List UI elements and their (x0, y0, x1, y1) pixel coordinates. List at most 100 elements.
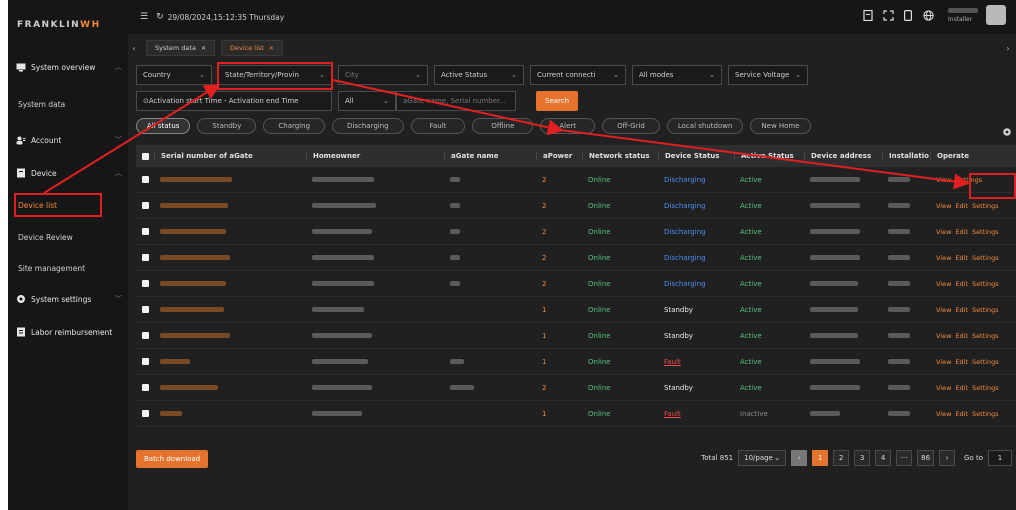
goto-page-input[interactable]: 1 (988, 450, 1012, 466)
page-4[interactable]: 4 (875, 450, 892, 466)
op-settings-link[interactable]: Settings (972, 228, 999, 236)
page-ellipsis[interactable]: ··· (896, 450, 913, 466)
user-info[interactable]: Installer (948, 7, 978, 23)
page-2[interactable]: 2 (833, 450, 850, 466)
row-checkbox[interactable] (142, 202, 149, 209)
avatar[interactable] (986, 5, 1006, 25)
op-edit-link[interactable]: Edit (955, 202, 968, 210)
row-checkbox[interactable] (142, 358, 149, 365)
table-row[interactable]: 2 Online Discharging Active View Edit Settings (136, 271, 1016, 297)
batch-download-button[interactable]: Batch download (136, 450, 209, 468)
row-checkbox[interactable] (142, 228, 149, 235)
op-view-link[interactable]: View (936, 410, 951, 418)
row-checkbox[interactable] (142, 332, 149, 339)
chip-local-shutdown[interactable]: Local shutdown (666, 118, 744, 134)
row-checkbox[interactable] (142, 306, 149, 313)
op-edit-link[interactable]: Edit (955, 280, 968, 288)
op-settings-link[interactable]: Settings (972, 410, 999, 418)
prev-page-button[interactable]: ‹ (791, 450, 808, 466)
sidebar-item-device[interactable]: Device ︿ (8, 168, 128, 178)
op-settings-link[interactable]: Settings (972, 384, 999, 392)
op-settings-link[interactable]: Settings (972, 306, 999, 314)
apower-count[interactable]: 1 (536, 358, 582, 366)
op-edit-link[interactable]: Edit (955, 306, 968, 314)
date-range-picker[interactable]: ⊙Activation start Time - Activation end … (136, 91, 332, 111)
select-all-checkbox[interactable] (142, 152, 149, 160)
apower-count[interactable]: 2 (536, 176, 582, 184)
page-size-select[interactable]: 10/page ⌄ (738, 450, 787, 466)
sidebar-item-system-overview[interactable]: System overview ︿ (8, 62, 128, 72)
page-86[interactable]: 86 (917, 450, 935, 466)
chip-offline[interactable]: Offline (472, 118, 534, 134)
row-checkbox[interactable] (142, 176, 149, 183)
op-view-link[interactable]: View (936, 306, 951, 314)
apower-count[interactable]: 2 (536, 202, 582, 210)
row-checkbox[interactable] (142, 280, 149, 287)
row-checkbox[interactable] (142, 254, 149, 261)
chip-charging[interactable]: Charging (263, 118, 326, 134)
country-select[interactable]: Country ⌄ (136, 65, 212, 85)
op-view-link[interactable]: View (936, 384, 951, 392)
op-edit-link[interactable]: Edit (955, 254, 968, 262)
sidebar-item-system-settings[interactable]: System settings ﹀ (8, 294, 128, 304)
chip-off-grid[interactable]: Off-Grid (602, 118, 660, 134)
op-view-link[interactable]: View (936, 280, 951, 288)
apower-count[interactable]: 1 (536, 306, 582, 314)
tab-scroll-left-icon[interactable]: ‹ (128, 44, 140, 53)
document-icon[interactable] (862, 9, 874, 21)
op-settings-link[interactable]: Settings (972, 332, 999, 340)
table-row[interactable]: 2 Online Discharging Active View Edit Settings (136, 245, 1016, 271)
op-view-link[interactable]: View (936, 176, 951, 184)
apower-count[interactable]: 2 (536, 384, 582, 392)
globe-icon[interactable] (922, 9, 934, 21)
modes-select[interactable]: All modes ⌄ (632, 65, 722, 85)
sidebar-item-device-review[interactable]: Device Review (8, 233, 128, 242)
apower-count[interactable]: 2 (536, 280, 582, 288)
apower-count[interactable]: 1 (536, 410, 582, 418)
chip-new-home[interactable]: New Home (750, 118, 811, 134)
tab-device-list[interactable]: Device list ✕ (220, 40, 283, 56)
apower-count[interactable]: 2 (536, 254, 582, 262)
op-view-link[interactable]: View (936, 228, 951, 236)
sidebar-item-system-data[interactable]: System data (8, 100, 128, 109)
search-button[interactable]: Search (536, 91, 579, 111)
chip-discharging[interactable]: Discharging (332, 118, 404, 134)
row-checkbox[interactable] (142, 384, 149, 391)
table-row[interactable]: 1 Online Fault Inactive View Edit Settings (136, 401, 1016, 427)
next-page-button[interactable]: › (939, 450, 956, 466)
page-3[interactable]: 3 (854, 450, 871, 466)
op-view-link[interactable]: View (936, 202, 951, 210)
chip-alert[interactable]: Alert (540, 118, 596, 134)
sidebar-item-site-management[interactable]: Site management (8, 264, 128, 273)
tab-scroll-right-icon[interactable]: › (1002, 44, 1014, 53)
current-connection-select[interactable]: Current connecti ⌄ (530, 65, 626, 85)
op-edit-link[interactable]: Edit (955, 384, 968, 392)
op-view-link[interactable]: View (936, 254, 951, 262)
op-settings-link[interactable]: Settings (972, 280, 999, 288)
apower-count[interactable]: 1 (536, 332, 582, 340)
service-voltage-select[interactable]: Service Voltage ⌄ (728, 65, 808, 85)
tab-system-data[interactable]: System data ✕ (146, 40, 215, 56)
op-settings-link[interactable]: Settings (972, 358, 999, 366)
chip-all-status[interactable]: All status (136, 118, 191, 134)
op-edit-link[interactable]: Edit (955, 228, 968, 236)
op-settings-link[interactable]: Settings (972, 202, 999, 210)
mobile-icon[interactable] (902, 9, 914, 21)
op-view-link[interactable]: View (936, 332, 951, 340)
table-row[interactable]: 2 Online Standby Active View Edit Settings (136, 375, 1016, 401)
table-settings-icon[interactable] (1002, 122, 1012, 141)
table-row[interactable]: 2 Online Discharging Active View Edit Settings (136, 219, 1016, 245)
op-edit-link[interactable]: Edit (955, 332, 968, 340)
fullscreen-icon[interactable] (882, 9, 894, 21)
search-input[interactable]: aGate name, Serial number... (396, 91, 516, 111)
chip-fault[interactable]: Fault (410, 118, 466, 134)
op-view-link[interactable]: View (936, 358, 951, 366)
row-checkbox[interactable] (142, 410, 149, 417)
city-select[interactable]: City ⌄ (338, 65, 428, 85)
page-1[interactable]: 1 (812, 450, 829, 466)
table-row[interactable]: 2 Online Discharging Active View Edit Settings (136, 193, 1016, 219)
close-icon[interactable]: ✕ (201, 45, 206, 52)
all-select[interactable]: All ⌄ (338, 91, 396, 111)
sidebar-item-labor-reimbursement[interactable]: Labor reimbursement (8, 327, 128, 337)
apower-count[interactable]: 2 (536, 228, 582, 236)
